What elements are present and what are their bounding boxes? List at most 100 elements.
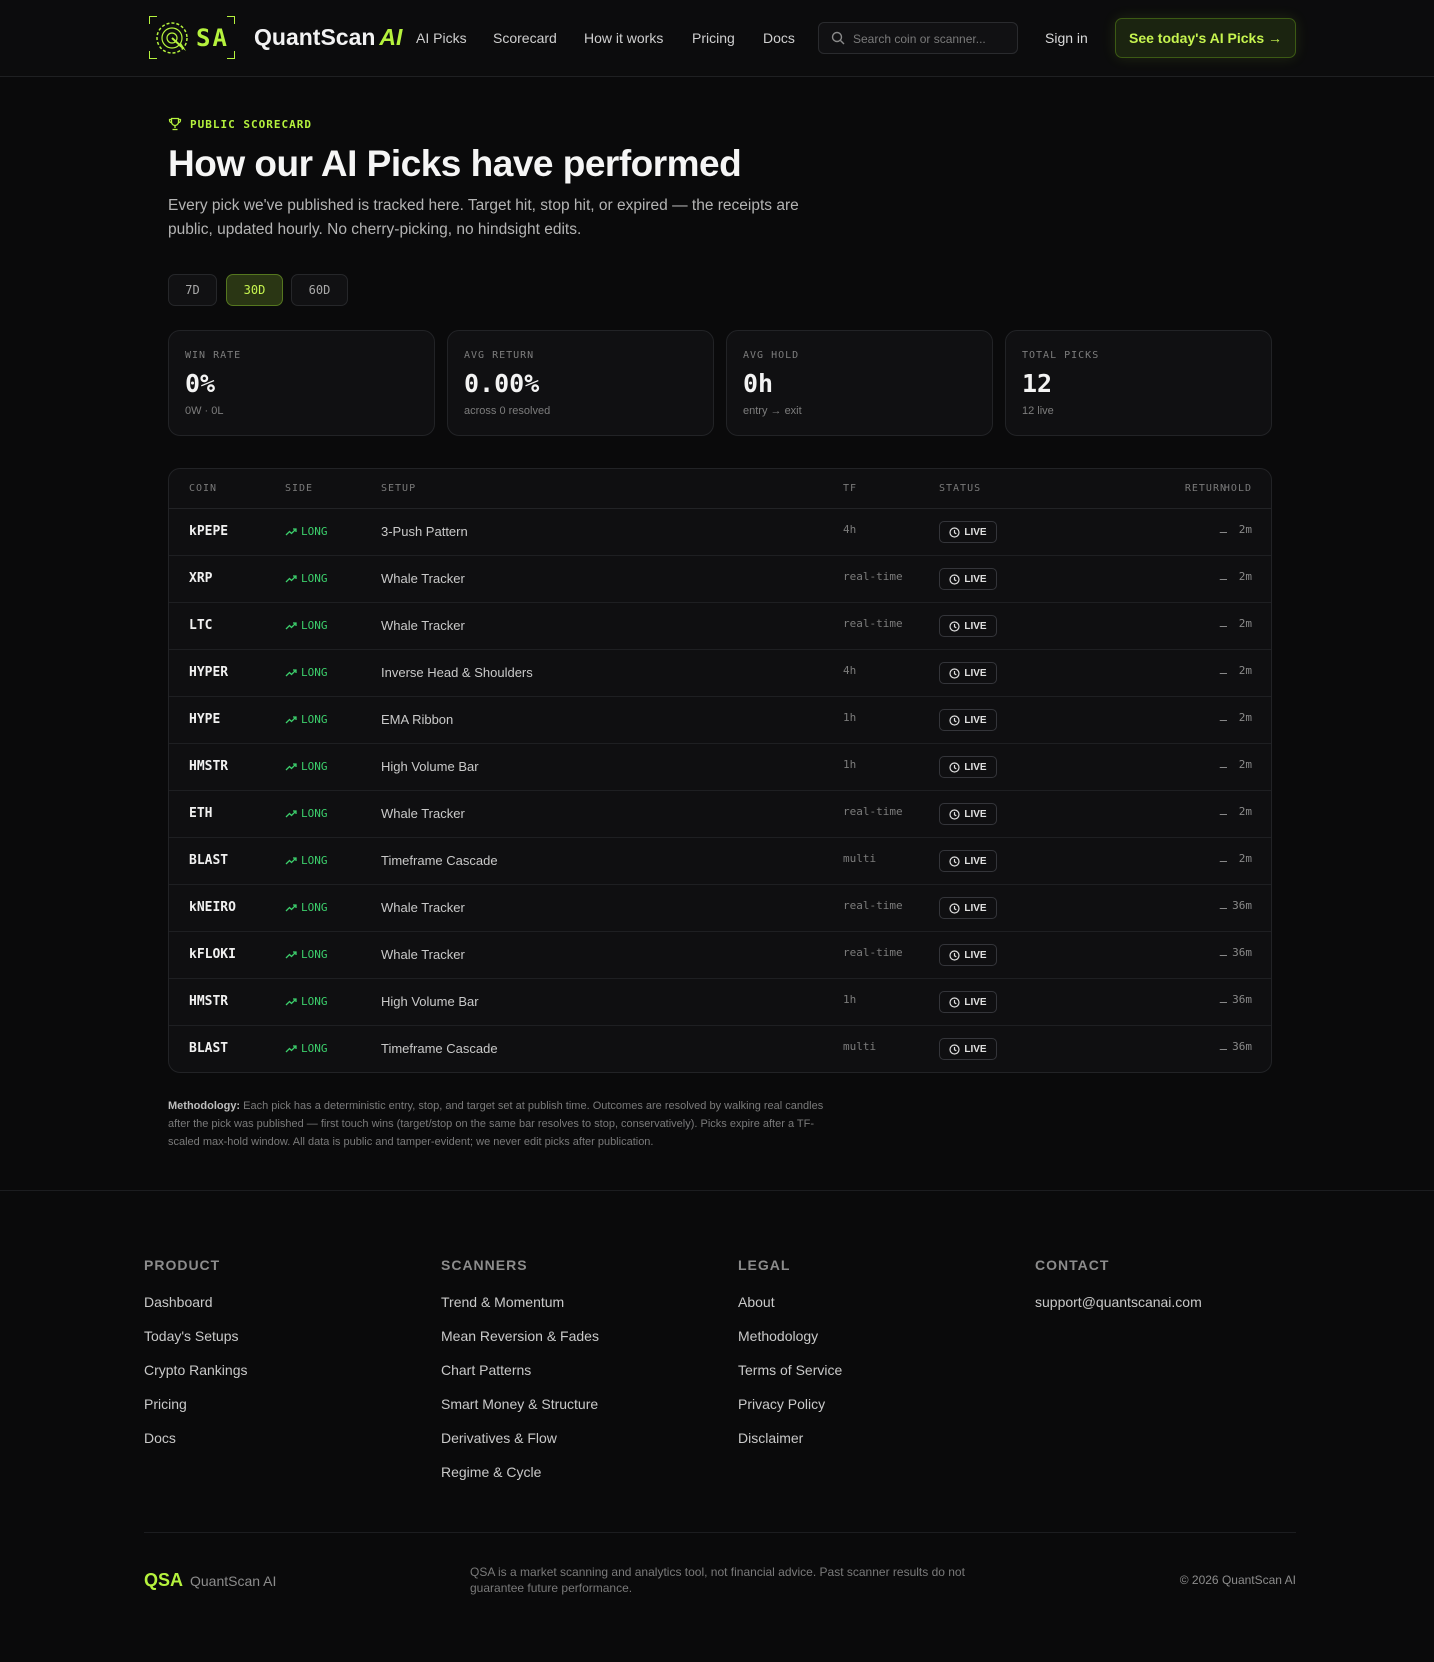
table-row[interactable]: HMSTR LONG High Volume Bar 1h LIVE –2m	[169, 744, 1271, 791]
footer-link[interactable]: Smart Money & Structure	[441, 1396, 598, 1412]
stat-avg-hold: AVG HOLD 0h entry → exit	[726, 330, 993, 436]
side-badge: LONG	[285, 572, 328, 585]
footer-link[interactable]: About	[738, 1294, 775, 1310]
footer-link[interactable]: Terms of Service	[738, 1362, 842, 1378]
footer-link[interactable]: Regime & Cycle	[441, 1464, 541, 1480]
table-row[interactable]: kNEIRO LONG Whale Tracker real-time LIVE –36m	[169, 885, 1271, 932]
nav-docs[interactable]: Docs	[763, 30, 795, 46]
status-label: LIVE	[964, 667, 987, 679]
search-input[interactable]	[853, 29, 1013, 49]
coin-symbol: BLAST	[189, 1041, 229, 1056]
see-picks-button[interactable]: See today's AI Picks →	[1115, 18, 1296, 58]
status-label: LIVE	[964, 996, 987, 1008]
nav-pricing[interactable]: Pricing	[692, 30, 735, 46]
clock-icon	[949, 761, 960, 773]
period-30d[interactable]: 30D	[226, 274, 283, 306]
footer-link[interactable]: Methodology	[738, 1328, 818, 1344]
setup-name: Whale Tracker	[381, 618, 465, 633]
side-label: LONG	[301, 948, 328, 961]
status-label: LIVE	[964, 714, 987, 726]
table-row[interactable]: HMSTR LONG High Volume Bar 1h LIVE –36m	[169, 979, 1271, 1026]
col-status: STATUS	[939, 483, 982, 494]
hold-value: 36m	[1232, 899, 1252, 912]
trend-up-icon	[285, 998, 297, 1006]
nav-ai-picks[interactable]: AI Picks	[416, 30, 467, 46]
table-row[interactable]: BLAST LONG Timeframe Cascade multi LIVE –36m	[169, 1026, 1271, 1072]
table-row[interactable]: kPEPE LONG 3-Push Pattern 4h LIVE –2m	[169, 509, 1271, 556]
col-side: SIDE	[285, 483, 314, 494]
clock-icon	[949, 526, 960, 538]
footer-link[interactable]: Crypto Rankings	[144, 1362, 248, 1378]
footer-link[interactable]: Privacy Policy	[738, 1396, 825, 1412]
table-row[interactable]: kFLOKI LONG Whale Tracker real-time LIVE –36m	[169, 932, 1271, 979]
clock-icon	[949, 808, 960, 820]
sign-in-link[interactable]: Sign in	[1045, 30, 1088, 46]
logo[interactable]: SA	[149, 16, 235, 59]
search-box[interactable]	[818, 22, 1018, 54]
footer-link[interactable]: Docs	[144, 1430, 176, 1446]
coin-symbol: kNEIRO	[189, 900, 236, 915]
footer-brand-name: QuantScan AI	[190, 1573, 277, 1589]
stat-value: 12	[1022, 369, 1053, 398]
stat-total-picks: TOTAL PICKS 12 12 live	[1005, 330, 1272, 436]
stat-label: AVG HOLD	[743, 350, 800, 361]
hold-value: 36m	[1232, 993, 1252, 1006]
footer-disclaimer: QSA is a market scanning and analytics t…	[470, 1565, 965, 1595]
side-label: LONG	[301, 995, 328, 1008]
clock-icon	[949, 714, 960, 726]
table-row[interactable]: ETH LONG Whale Tracker real-time LIVE –2m	[169, 791, 1271, 838]
hold-value: 2m	[1238, 664, 1252, 677]
footer-link[interactable]: Trend & Momentum	[441, 1294, 564, 1310]
table-row[interactable]: LTC LONG Whale Tracker real-time LIVE –2m	[169, 603, 1271, 650]
table-row[interactable]: HYPE LONG EMA Ribbon 1h LIVE –2m	[169, 697, 1271, 744]
timeframe: real-time	[843, 805, 903, 818]
footer-link[interactable]: Derivatives & Flow	[441, 1430, 557, 1446]
hold-value: 36m	[1232, 1040, 1252, 1053]
footer-link[interactable]: Chart Patterns	[441, 1362, 531, 1378]
hold-value: 2m	[1238, 758, 1252, 771]
col-tf: TF	[843, 483, 858, 494]
setup-name: Whale Tracker	[381, 806, 465, 821]
trend-up-icon	[285, 575, 297, 583]
clock-icon	[949, 996, 960, 1008]
side-label: LONG	[301, 1042, 328, 1055]
hold-value: 2m	[1238, 852, 1252, 865]
status-label: LIVE	[964, 526, 987, 538]
footer-link[interactable]: Today's Setups	[144, 1328, 239, 1344]
table-row[interactable]: HYPER LONG Inverse Head & Shoulders 4h LIVE –…	[169, 650, 1271, 697]
logo-mark: SA	[196, 24, 229, 52]
nav-how-it-works[interactable]: How it works	[584, 30, 663, 46]
coin-symbol: LTC	[189, 618, 213, 633]
col-coin: COIN	[189, 483, 218, 494]
status-badge: LIVE	[939, 709, 997, 731]
status-badge: LIVE	[939, 850, 997, 872]
clock-icon	[949, 1043, 960, 1055]
nav-scorecard[interactable]: Scorecard	[493, 30, 557, 46]
footer-link[interactable]: Mean Reversion & Fades	[441, 1328, 599, 1344]
methodology-text: Each pick has a deterministic entry, sto…	[168, 1100, 824, 1148]
page-subtitle: Every pick we've published is tracked he…	[168, 197, 799, 238]
footer-heading-legal: LEGAL	[738, 1257, 791, 1273]
col-hold: HOLD	[1223, 483, 1252, 494]
logo-corner	[227, 16, 235, 24]
footer-link[interactable]: Dashboard	[144, 1294, 213, 1310]
footer-link[interactable]: Disclaimer	[738, 1430, 803, 1446]
trophy-icon	[168, 117, 182, 131]
stat-sub: entry → exit	[743, 405, 802, 417]
setup-name: High Volume Bar	[381, 759, 479, 774]
table-row[interactable]: XRP LONG Whale Tracker real-time LIVE –2m	[169, 556, 1271, 603]
side-label: LONG	[301, 619, 328, 632]
footer-logo[interactable]: QSA	[144, 1570, 183, 1591]
table-row[interactable]: BLAST LONG Timeframe Cascade multi LIVE –2m	[169, 838, 1271, 885]
setup-name: 3-Push Pattern	[381, 524, 468, 539]
coin-symbol: kFLOKI	[189, 947, 236, 962]
footer-link[interactable]: support@quantscanai.com	[1035, 1294, 1202, 1310]
footer-link[interactable]: Pricing	[144, 1396, 187, 1412]
brand-name[interactable]: QuantScan AI	[254, 24, 402, 51]
side-label: LONG	[301, 854, 328, 867]
period-7d[interactable]: 7D	[168, 274, 217, 306]
stat-avg-return: AVG RETURN 0.00% across 0 resolved	[447, 330, 714, 436]
stat-label: AVG RETURN	[464, 350, 535, 361]
period-60d[interactable]: 60D	[291, 274, 348, 306]
methodology-label: Methodology:	[168, 1100, 241, 1112]
